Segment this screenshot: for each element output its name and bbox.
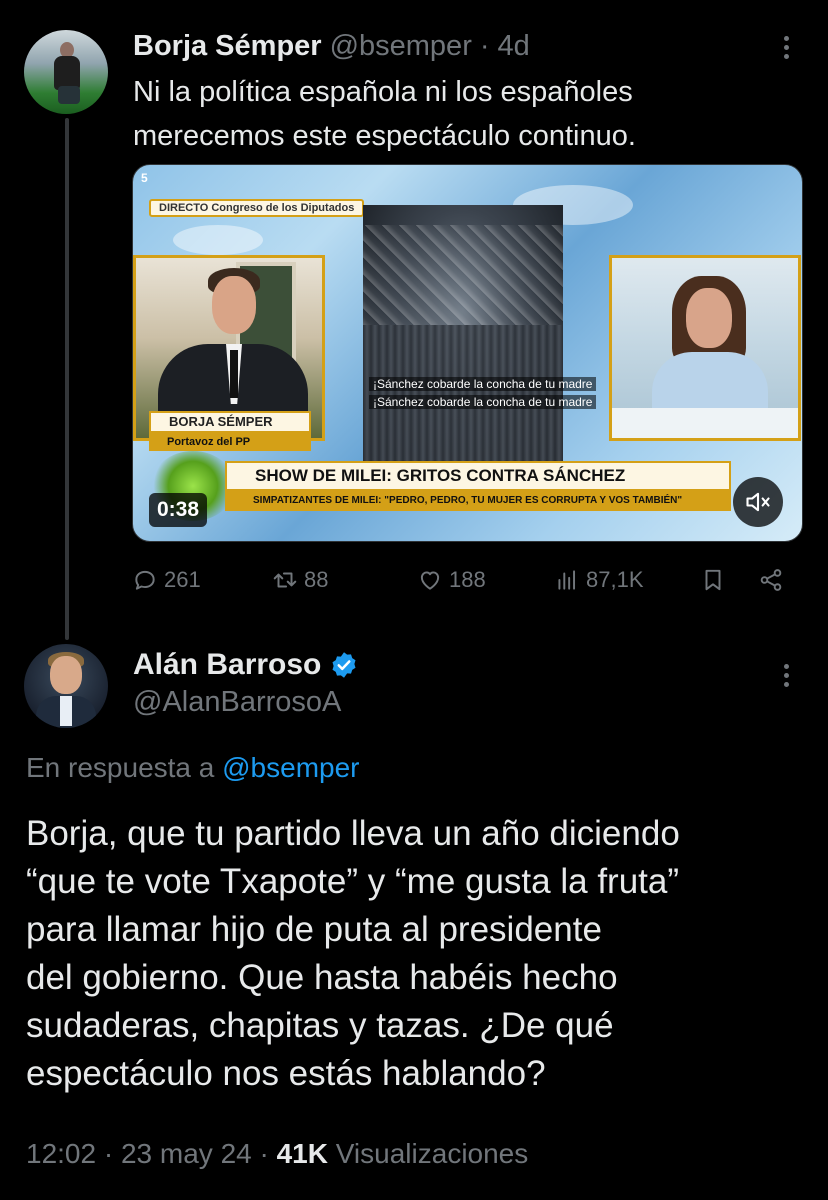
video-right-frame bbox=[609, 255, 801, 441]
tweet2-text-line: para llamar hijo de puta al presidente bbox=[26, 910, 602, 949]
share-button[interactable] bbox=[758, 562, 784, 598]
thread-connector-line bbox=[65, 118, 69, 640]
tweet1-text-line: Ni la política española ni los españoles bbox=[133, 76, 633, 108]
tweet2-text-line: sudaderas, chapitas y tazas. ¿De qué bbox=[26, 1006, 614, 1045]
like-button[interactable]: 188 bbox=[417, 562, 486, 598]
tweet1-time[interactable]: 4d bbox=[498, 30, 530, 63]
reply-button[interactable]: 261 bbox=[132, 562, 201, 598]
tweet2-author: Alán Barroso bbox=[133, 646, 359, 684]
verified-badge-icon[interactable] bbox=[329, 650, 359, 680]
reply-prefix: En respuesta a bbox=[26, 752, 215, 783]
tweet2-more-options-icon[interactable] bbox=[781, 664, 791, 687]
share-icon bbox=[760, 569, 782, 591]
tweet1-handle[interactable]: @bsemper bbox=[330, 30, 472, 63]
tweet2-time[interactable]: 12:02 bbox=[26, 1138, 96, 1169]
video-duration: 0:38 bbox=[149, 493, 208, 527]
retweet-button[interactable]: 88 bbox=[272, 562, 328, 598]
video-role-plate: Portavoz del PP bbox=[149, 433, 311, 451]
like-count: 188 bbox=[449, 567, 486, 592]
tweet1-more-options-icon[interactable] bbox=[781, 36, 791, 59]
tweet2-text: Borja, que tu partido lleva un año dicie… bbox=[26, 810, 806, 1098]
tweet1-text: Ni la política española ni los españoles… bbox=[133, 70, 793, 158]
retweet-icon bbox=[273, 572, 297, 588]
tweet2-text-line: Borja, que tu partido lleva un año dicie… bbox=[26, 814, 680, 853]
tweet2-author-name[interactable]: Alán Barroso bbox=[133, 648, 321, 682]
video-live-tag: DIRECTO Congreso de los Diputados bbox=[149, 199, 365, 217]
tweet1-video[interactable]: 5 DIRECTO Congreso de los Diputados BORJ… bbox=[132, 164, 803, 542]
reply-count: 261 bbox=[164, 567, 201, 592]
tweet2-handle[interactable]: @AlanBarrosoA bbox=[133, 686, 341, 719]
tweet2-date[interactable]: 23 may 24 bbox=[121, 1138, 252, 1169]
video-name-plate: BORJA SÉMPER bbox=[149, 411, 311, 433]
retweet-count: 88 bbox=[304, 567, 329, 592]
tweet2-views-count: 41K bbox=[276, 1138, 328, 1169]
tweet1-separator: · bbox=[479, 29, 490, 62]
tweet1-actions: 261 88 188 87,1K bbox=[132, 562, 792, 598]
tweet1-header: Borja Sémper @bsemper · 4d bbox=[133, 28, 530, 64]
meta-separator: · bbox=[103, 1138, 114, 1169]
bookmark-icon bbox=[705, 569, 721, 591]
tweet2-meta: 12:02 · 23 may 24 · 41K Visualizaciones bbox=[26, 1138, 528, 1170]
video-center-frame bbox=[363, 205, 563, 465]
speaker-muted-icon[interactable] bbox=[733, 477, 783, 527]
tweet2-text-line: del gobierno. Que hasta habéis hecho bbox=[26, 958, 618, 997]
views-button[interactable]: 87,1K bbox=[554, 562, 644, 598]
avatar-alan-barroso[interactable] bbox=[24, 644, 108, 728]
tweet2-text-line: espectáculo nos estás hablando? bbox=[26, 1054, 546, 1093]
video-banner-sub: SIMPATIZANTES DE MILEI: "PEDRO, PEDRO, T… bbox=[225, 491, 731, 511]
analytics-icon bbox=[558, 570, 576, 590]
heart-icon bbox=[420, 571, 440, 590]
video-channel-label: 5 bbox=[141, 171, 148, 185]
reply-icon bbox=[135, 570, 155, 590]
video-subtitle-line: ¡Sánchez cobarde la concha de tu madre bbox=[369, 395, 597, 409]
tweet2-text-line: “que te vote Txapote” y “me gusta la fru… bbox=[26, 862, 680, 901]
avatar-borja-semper[interactable] bbox=[24, 30, 108, 114]
reply-context: En respuesta a @bsemper bbox=[26, 752, 360, 784]
views-count: 87,1K bbox=[586, 567, 644, 592]
tweet1-author-name[interactable]: Borja Sémper bbox=[133, 30, 322, 63]
meta-separator: · bbox=[259, 1138, 269, 1169]
tweet1-text-line: merecemos este espectáculo continuo. bbox=[133, 120, 636, 152]
video-banner: SHOW DE MILEI: GRITOS CONTRA SÁNCHEZ bbox=[225, 461, 731, 491]
reply-mention-link[interactable]: @bsemper bbox=[222, 752, 359, 783]
tweet2-views-label[interactable]: Visualizaciones bbox=[336, 1138, 529, 1169]
video-subtitle-line: ¡Sánchez cobarde la concha de tu madre bbox=[369, 377, 597, 391]
bookmark-button[interactable] bbox=[700, 562, 726, 598]
